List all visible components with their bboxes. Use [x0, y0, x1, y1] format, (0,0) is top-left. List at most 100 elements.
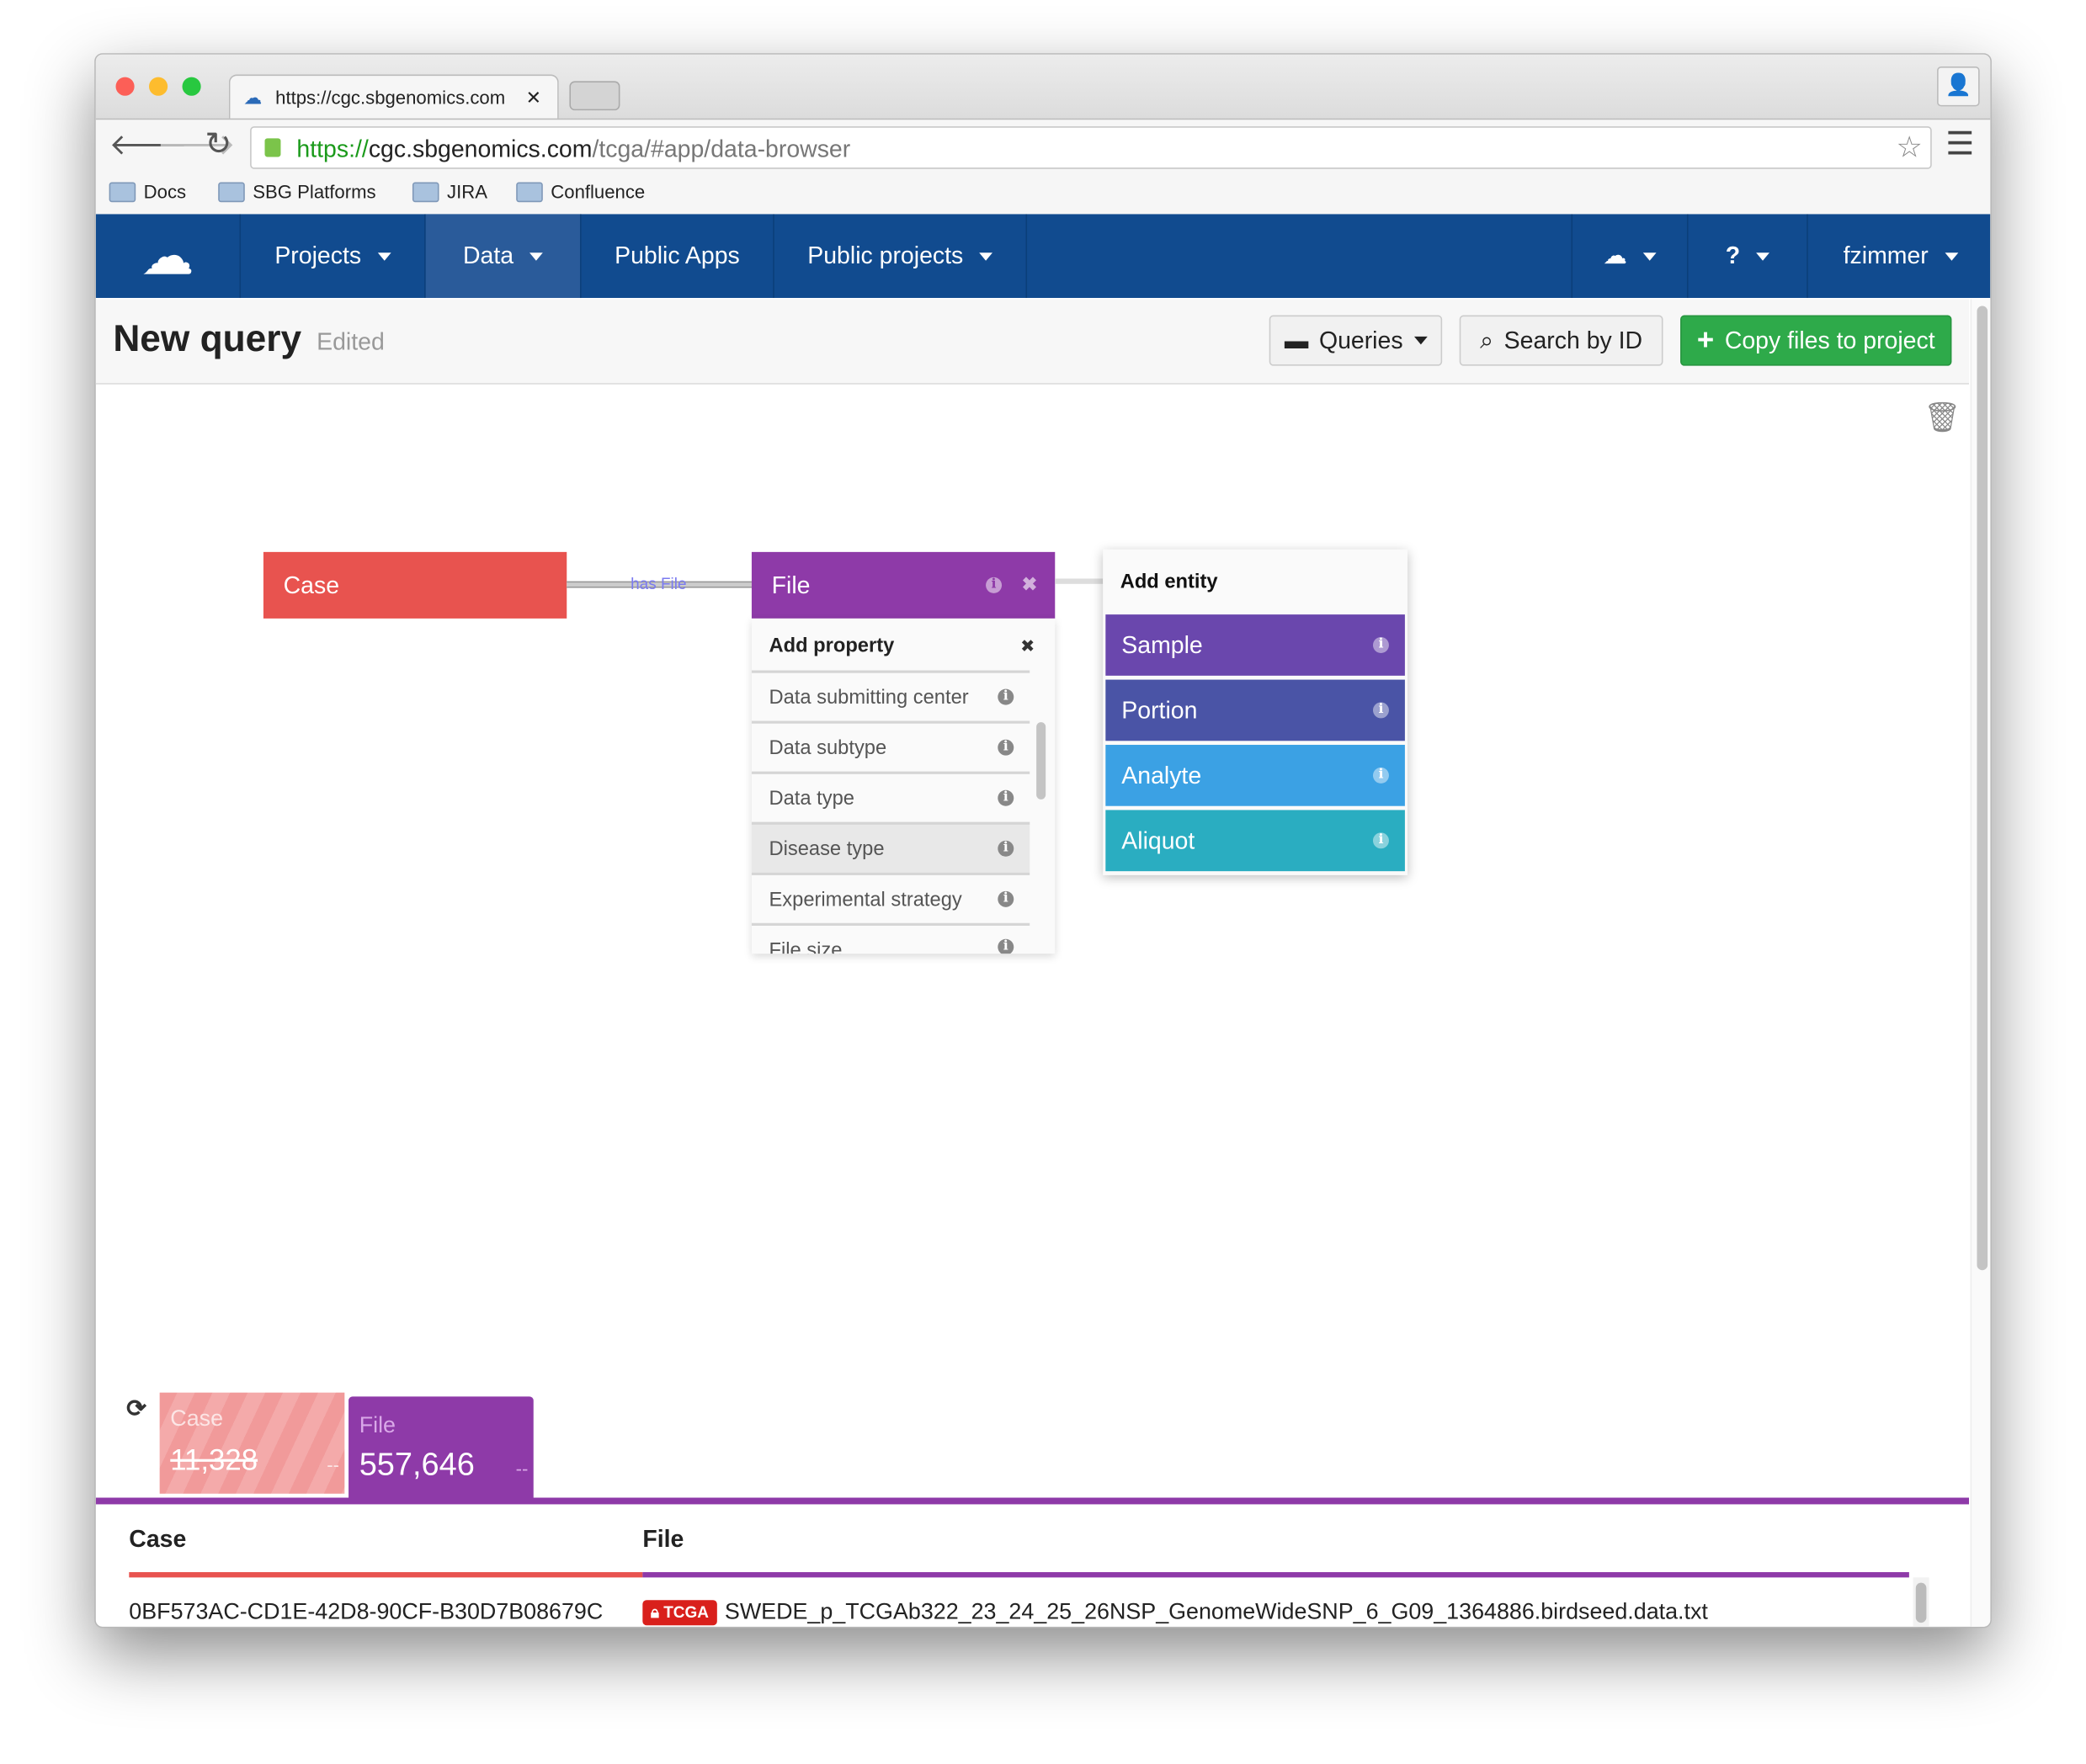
info-icon[interactable]: i: [998, 789, 1014, 806]
cgc-logo-icon[interactable]: ☁: [96, 214, 242, 299]
case-id-cell[interactable]: 0BF573AC-CD1E-42D8-90CF-B30D7B08679C: [129, 1599, 642, 1626]
info-icon[interactable]: i: [1372, 637, 1389, 653]
nav-data[interactable]: Data: [425, 214, 582, 299]
help-menu[interactable]: ?: [1689, 214, 1808, 299]
entity-aliquot[interactable]: Aliquot i: [1105, 810, 1405, 872]
property-item[interactable]: Data subtype i: [751, 720, 1030, 772]
column-header-file[interactable]: File: [642, 1526, 684, 1554]
username: fzimmer: [1843, 242, 1929, 269]
add-property-panel: Add property ✖ Data submitting center i D…: [751, 618, 1056, 954]
menu-icon[interactable]: ☰: [1945, 125, 1974, 164]
maximize-window-button[interactable]: [182, 77, 201, 96]
page-header: New query Edited ▬ Queries ⌕ Search by ID …: [95, 299, 1969, 385]
info-icon[interactable]: i: [1372, 767, 1389, 784]
bookmark-docs[interactable]: Docs: [109, 181, 186, 202]
badge-label: TCGA: [663, 1602, 709, 1621]
entity-analyte[interactable]: Analyte i: [1105, 745, 1405, 806]
info-icon[interactable]: i: [998, 688, 1014, 705]
caret-down-icon: [1944, 252, 1958, 260]
tab-bar: ☁ https://cgc.sbgenomics.com ✕ 👤: [95, 54, 1991, 120]
bookmark-sbg-platforms[interactable]: SBG Platforms: [218, 181, 376, 202]
close-tab-icon[interactable]: ✕: [526, 87, 542, 109]
page-scrollbar[interactable]: [1970, 299, 1991, 1627]
user-menu[interactable]: fzimmer: [1808, 214, 1991, 298]
cloud-upload-icon: ☁: [1603, 242, 1627, 269]
nav-label: Projects: [274, 242, 362, 269]
file-count: 557,646: [359, 1447, 475, 1484]
bookmark-star-icon[interactable]: ☆: [1896, 130, 1922, 165]
property-label: File size: [769, 938, 843, 954]
plus-icon: +: [1696, 323, 1715, 357]
nav-label: Public projects: [807, 242, 964, 269]
upload-menu[interactable]: ☁: [1571, 214, 1689, 299]
close-icon[interactable]: ✖: [1022, 573, 1038, 596]
page-title: New query: [113, 317, 302, 359]
info-icon[interactable]: i: [998, 739, 1014, 756]
address-bar[interactable]: https://cgc.sbgenomics.com/tcga/#app/dat…: [250, 126, 1932, 169]
tile-label: Case: [170, 1405, 224, 1432]
button-label: Queries: [1318, 326, 1403, 353]
bookmark-label: JIRA: [447, 180, 487, 203]
queries-button[interactable]: ▬ Queries: [1269, 315, 1443, 366]
browser-tab[interactable]: ☁ https://cgc.sbgenomics.com ✕: [228, 74, 559, 120]
button-label: Search by ID: [1503, 326, 1643, 353]
close-window-button[interactable]: [115, 77, 135, 96]
copy-files-button[interactable]: + Copy files to project: [1680, 315, 1952, 366]
property-item[interactable]: Disease type i: [751, 821, 1030, 873]
info-icon[interactable]: i: [1372, 832, 1389, 849]
app-navbar: ☁ Projects Data Public Apps Public proje…: [95, 214, 1991, 299]
file-name-cell[interactable]: SWEDE_p_TCGAb322_23_24_25_26NSP_GenomeWi…: [725, 1599, 1708, 1626]
folder-icon: [218, 181, 245, 202]
property-item[interactable]: Data submitting center i: [751, 670, 1030, 721]
property-item[interactable]: Experimental strategy i: [751, 872, 1030, 923]
table-row[interactable]: 0BF573AC-CD1E-42D8-90CF-B30D7B08679C 🔒︎ …: [129, 1595, 1912, 1627]
bookmark-label: Confluence: [551, 180, 646, 203]
new-tab-button[interactable]: [569, 81, 620, 111]
info-icon[interactable]: i: [986, 576, 1003, 593]
file-column-underline: [642, 1572, 1909, 1578]
scrollbar-thumb[interactable]: [1977, 306, 1988, 1271]
case-count-tile[interactable]: Case 11,328 --: [159, 1392, 345, 1494]
search-by-id-button[interactable]: ⌕ Search by ID: [1459, 315, 1663, 366]
panel-scrollbar[interactable]: [1036, 722, 1046, 800]
info-icon[interactable]: i: [1372, 702, 1389, 719]
close-icon[interactable]: ✖: [1020, 635, 1035, 656]
info-icon[interactable]: i: [998, 938, 1014, 954]
tile-extra: --: [515, 1458, 529, 1480]
minimize-window-button[interactable]: [149, 77, 168, 96]
scrollbar-thumb[interactable]: [1915, 1582, 1927, 1623]
nav-public-apps[interactable]: Public Apps: [582, 214, 774, 299]
nav-projects[interactable]: Projects: [241, 214, 426, 299]
case-count: 11,328: [170, 1443, 258, 1477]
info-icon[interactable]: i: [998, 840, 1014, 857]
nav-label: Data: [462, 242, 514, 269]
bookmark-jira[interactable]: JIRA: [412, 181, 487, 202]
tile-label: File: [359, 1412, 396, 1438]
entity-sample[interactable]: Sample i: [1105, 614, 1405, 676]
entity-portion[interactable]: Portion i: [1105, 679, 1405, 741]
property-label: Data type: [769, 786, 854, 810]
trash-icon[interactable]: 🗑: [1924, 401, 1961, 435]
table-scrollbar[interactable]: [1913, 1577, 1929, 1627]
case-node[interactable]: Case: [263, 551, 567, 619]
profile-icon[interactable]: 👤: [1937, 66, 1980, 107]
column-header-case[interactable]: Case: [129, 1526, 186, 1554]
nav-public-projects[interactable]: Public projects: [774, 214, 1028, 299]
file-count-tile[interactable]: File 557,646 --: [349, 1396, 534, 1503]
help-icon: ?: [1725, 242, 1741, 269]
caret-down-icon: [377, 252, 391, 260]
reload-icon[interactable]: ↻: [205, 125, 231, 164]
property-item[interactable]: File size i: [751, 922, 1030, 954]
entity-label: Aliquot: [1121, 826, 1195, 853]
property-item[interactable]: Data type i: [751, 771, 1030, 822]
bookmark-confluence[interactable]: Confluence: [516, 181, 645, 202]
search-icon: ⌕: [1480, 326, 1494, 353]
lock-icon: [264, 138, 281, 157]
nav-label: Public Apps: [615, 242, 740, 269]
refresh-icon[interactable]: ⟳: [126, 1395, 146, 1423]
lock-icon: 🔒︎: [650, 1602, 659, 1621]
info-icon[interactable]: i: [998, 890, 1014, 907]
file-node[interactable]: File i ✖: [751, 551, 1056, 619]
browser-window: ☁ https://cgc.sbgenomics.com ✕ 👤 🡐 🡒 ↻ h…: [94, 53, 1992, 1629]
results-divider: [95, 1497, 1969, 1505]
